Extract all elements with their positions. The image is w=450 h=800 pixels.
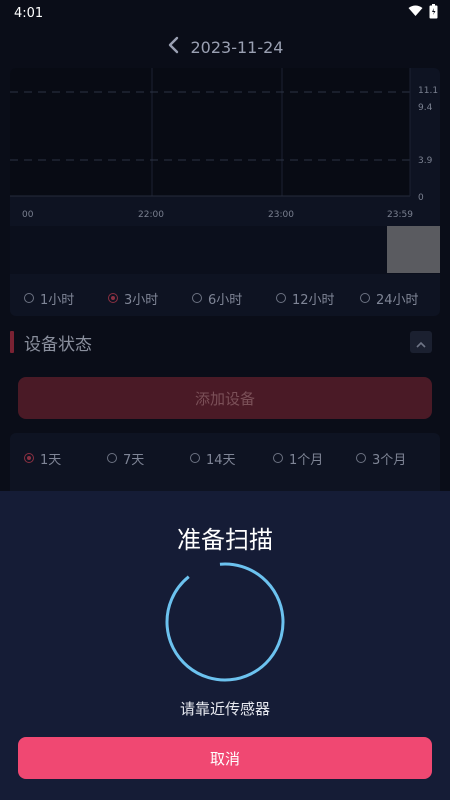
range-option-1h[interactable]: 1小时: [10, 289, 94, 308]
loading-spinner-icon: [163, 560, 287, 688]
day-option-3m[interactable]: 3个月: [342, 449, 425, 468]
range-option-6h[interactable]: 6小时: [178, 289, 262, 308]
battery-icon: [429, 3, 438, 23]
range-option-3h[interactable]: 3小时: [94, 289, 178, 308]
radio-checked-icon: [108, 293, 118, 303]
cancel-button[interactable]: 取消: [18, 737, 432, 779]
chart-overview-strip[interactable]: [10, 226, 440, 274]
day-range-selector: 1天 7天 14天 1个月 3个月: [10, 448, 440, 468]
chevron-up-icon: [416, 333, 426, 352]
radio-icon: [360, 293, 370, 303]
x-tick-label: 22:00: [138, 210, 164, 220]
header: 2023-11-24: [0, 30, 450, 64]
collapse-button[interactable]: [410, 331, 432, 353]
day-option-14d[interactable]: 14天: [176, 449, 259, 468]
history-chart: 11.1 9.4 3.9 0 00 22:00 23:00 23:59: [10, 68, 438, 220]
scan-hint: 请靠近传感器: [179, 700, 270, 718]
chart-plot-area: [10, 68, 410, 196]
radio-icon: [273, 453, 283, 463]
scan-title: 准备扫描: [177, 526, 273, 554]
wifi-icon: [408, 5, 423, 21]
y-tick-label: 11.1: [418, 86, 438, 96]
radio-icon: [107, 453, 117, 463]
chart-range-handle[interactable]: [387, 226, 440, 273]
radio-icon: [356, 453, 366, 463]
back-button[interactable]: [167, 36, 179, 58]
radio-icon: [190, 453, 200, 463]
chevron-left-icon: [167, 36, 179, 58]
time-range-selector: 1小时 3小时 6小时 12小时 24小时: [10, 288, 440, 308]
x-tick-label: 23:00: [268, 210, 294, 220]
device-status-header: 设备状态: [10, 328, 440, 356]
radio-icon: [276, 293, 286, 303]
day-option-1m[interactable]: 1个月: [259, 449, 342, 468]
chart-card: 11.1 9.4 3.9 0 00 22:00 23:00 23:59 1小时 …: [10, 68, 440, 316]
range-option-24h[interactable]: 24小时: [346, 289, 430, 308]
section-title: 设备状态: [24, 334, 92, 355]
day-option-1d[interactable]: 1天: [10, 449, 93, 468]
status-time: 4:01: [14, 5, 44, 21]
add-device-button[interactable]: 添加设备: [18, 377, 432, 419]
x-tick-label: 23:59: [387, 210, 413, 220]
x-tick-label: 00: [22, 210, 34, 220]
radio-checked-icon: [24, 453, 34, 463]
radio-icon: [24, 293, 34, 303]
status-bar: 4:01: [0, 0, 450, 26]
range-option-12h[interactable]: 12小时: [262, 289, 346, 308]
y-tick-label: 0: [418, 193, 424, 203]
section-accent-bar: [10, 331, 14, 353]
y-tick-label: 3.9: [418, 156, 433, 166]
radio-icon: [192, 293, 202, 303]
day-option-7d[interactable]: 7天: [93, 449, 176, 468]
y-tick-label: 9.4: [418, 103, 433, 113]
header-date: 2023-11-24: [190, 37, 284, 57]
